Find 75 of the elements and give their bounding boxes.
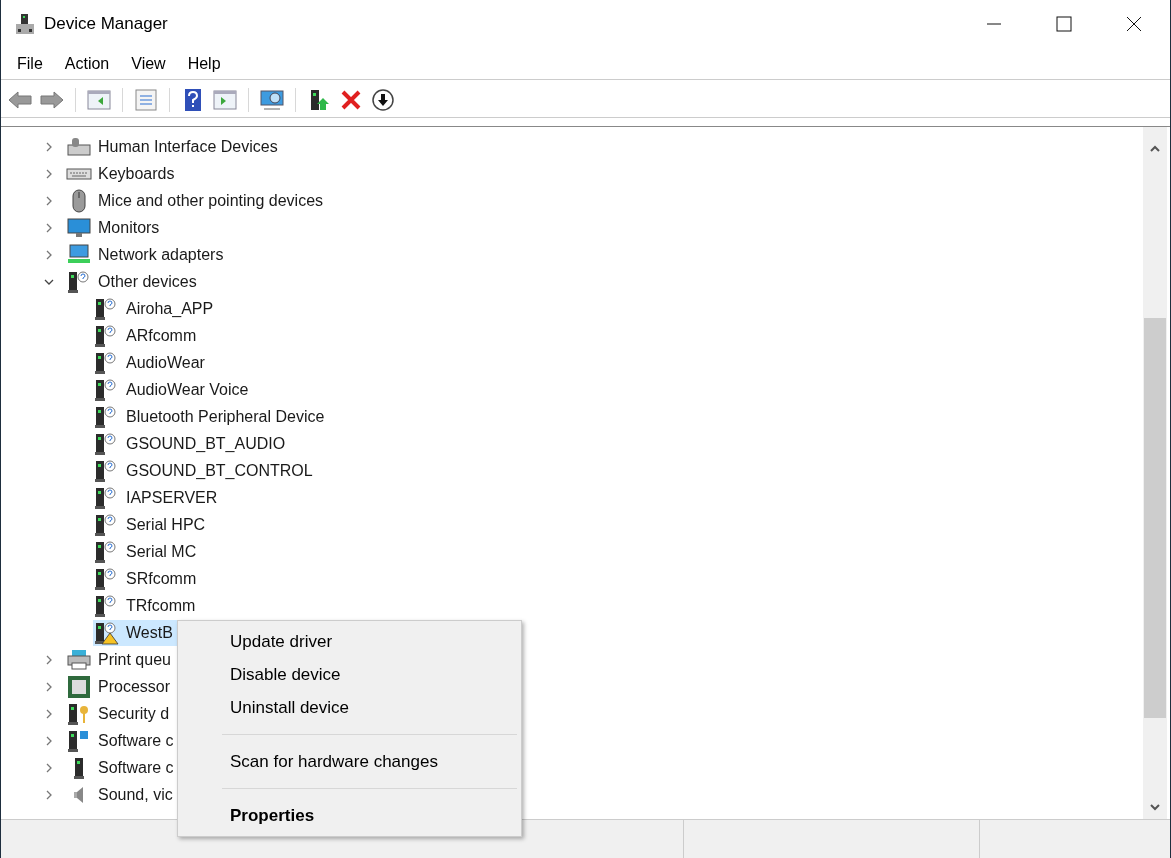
tree-item[interactable]: Keyboards xyxy=(98,161,175,186)
window-title: Device Manager xyxy=(44,13,168,36)
tree-item[interactable]: Human Interface Devices xyxy=(98,134,278,159)
context-menu-item[interactable]: Uninstall device xyxy=(178,691,521,724)
menu-item[interactable]: View xyxy=(121,51,176,76)
tree-item[interactable]: Software c xyxy=(98,728,174,753)
expand-chevron-icon[interactable] xyxy=(44,222,54,233)
unknown-device-icon xyxy=(93,512,119,537)
expand-chevron-icon[interactable] xyxy=(44,249,54,260)
tree-item[interactable]: Airoha_APP xyxy=(126,296,214,321)
expand-chevron-icon[interactable] xyxy=(44,681,54,692)
unknown-device-icon xyxy=(93,458,119,483)
expand-chevron-icon[interactable] xyxy=(44,168,54,179)
tree-item[interactable]: GSOUND_BT_CONTROL xyxy=(126,458,313,483)
tree-item[interactable]: Sound, vic xyxy=(98,782,173,807)
printer-icon xyxy=(66,647,92,672)
speaker-icon xyxy=(74,786,84,803)
close-icon[interactable] xyxy=(1126,16,1142,32)
expand-chevron-icon[interactable] xyxy=(44,195,54,206)
unknown-device-icon xyxy=(93,296,119,321)
tree-item[interactable]: AudioWear Voice xyxy=(126,377,249,402)
expand-chevron-icon[interactable] xyxy=(44,708,54,719)
console-tree-icon[interactable] xyxy=(86,87,112,112)
tree-item[interactable]: Print queu xyxy=(98,647,171,672)
tree-item[interactable]: Network adapters xyxy=(98,242,224,267)
tree-item[interactable]: IAPSERVER xyxy=(126,485,218,510)
expand-chevron-icon[interactable] xyxy=(44,789,54,800)
tree-item[interactable]: Software c xyxy=(98,755,174,780)
scroll-up-icon[interactable] xyxy=(1150,145,1160,153)
unknown-device-icon xyxy=(93,323,119,348)
disable-icon[interactable] xyxy=(370,87,396,112)
tree-item[interactable]: Processor xyxy=(98,674,171,699)
tree-item[interactable]: Mice and other pointing devices xyxy=(98,188,324,213)
tree-item[interactable]: GSOUND_BT_AUDIO xyxy=(126,431,286,456)
action-pane-icon[interactable] xyxy=(212,87,238,112)
tree-item[interactable]: TRfcomm xyxy=(126,593,196,618)
maximize-icon[interactable] xyxy=(1056,16,1072,32)
context-menu-item[interactable]: Scan for hardware changes xyxy=(178,745,521,778)
tree-item[interactable]: ARfcomm xyxy=(126,323,197,348)
unknown-device-icon xyxy=(93,404,119,429)
software-device-icon xyxy=(74,756,84,779)
unknown-device-icon xyxy=(93,377,119,402)
menu-item[interactable]: File xyxy=(7,51,53,76)
tree-item[interactable]: AudioWear xyxy=(126,350,205,375)
tree-item[interactable]: SRfcomm xyxy=(126,566,197,591)
unknown-device-icon xyxy=(66,269,92,294)
monitor-icon xyxy=(66,215,92,240)
menu-item[interactable]: Action xyxy=(54,51,120,76)
chip-icon xyxy=(66,674,92,699)
context-menu-item[interactable]: Disable device xyxy=(178,658,521,691)
unknown-device-icon xyxy=(93,566,119,591)
scan-monitor-icon[interactable] xyxy=(259,87,285,112)
tree-item[interactable]: Serial MC xyxy=(126,539,197,564)
context-menu-item[interactable]: Properties xyxy=(178,799,521,832)
tree-item[interactable]: Serial HPC xyxy=(126,512,206,537)
expand-chevron-icon[interactable] xyxy=(44,762,54,773)
context-menu-item[interactable]: Update driver xyxy=(178,625,521,658)
expand-chevron-icon[interactable] xyxy=(44,141,54,152)
expand-chevron-icon[interactable] xyxy=(44,654,54,665)
tree-item[interactable]: Other devices xyxy=(98,269,197,294)
app-icon xyxy=(15,13,35,35)
unknown-device-icon xyxy=(93,539,119,564)
scroll-down-icon[interactable] xyxy=(1150,803,1160,811)
tree-item[interactable]: Monitors xyxy=(98,215,160,240)
expand-chevron-icon[interactable] xyxy=(44,735,54,746)
unknown-device-icon xyxy=(93,350,119,375)
warning-device-icon xyxy=(93,620,119,645)
tree-item[interactable]: Bluetooth Peripheral Device xyxy=(126,404,325,429)
unknown-device-icon xyxy=(93,485,119,510)
unknown-device-icon xyxy=(93,431,119,456)
tree-item[interactable]: Security d xyxy=(98,701,170,726)
unknown-device-icon xyxy=(93,593,119,618)
menu-item[interactable]: Help xyxy=(177,51,231,76)
scroll-thumb[interactable] xyxy=(1144,318,1166,718)
scrollbar[interactable] xyxy=(1143,127,1167,819)
